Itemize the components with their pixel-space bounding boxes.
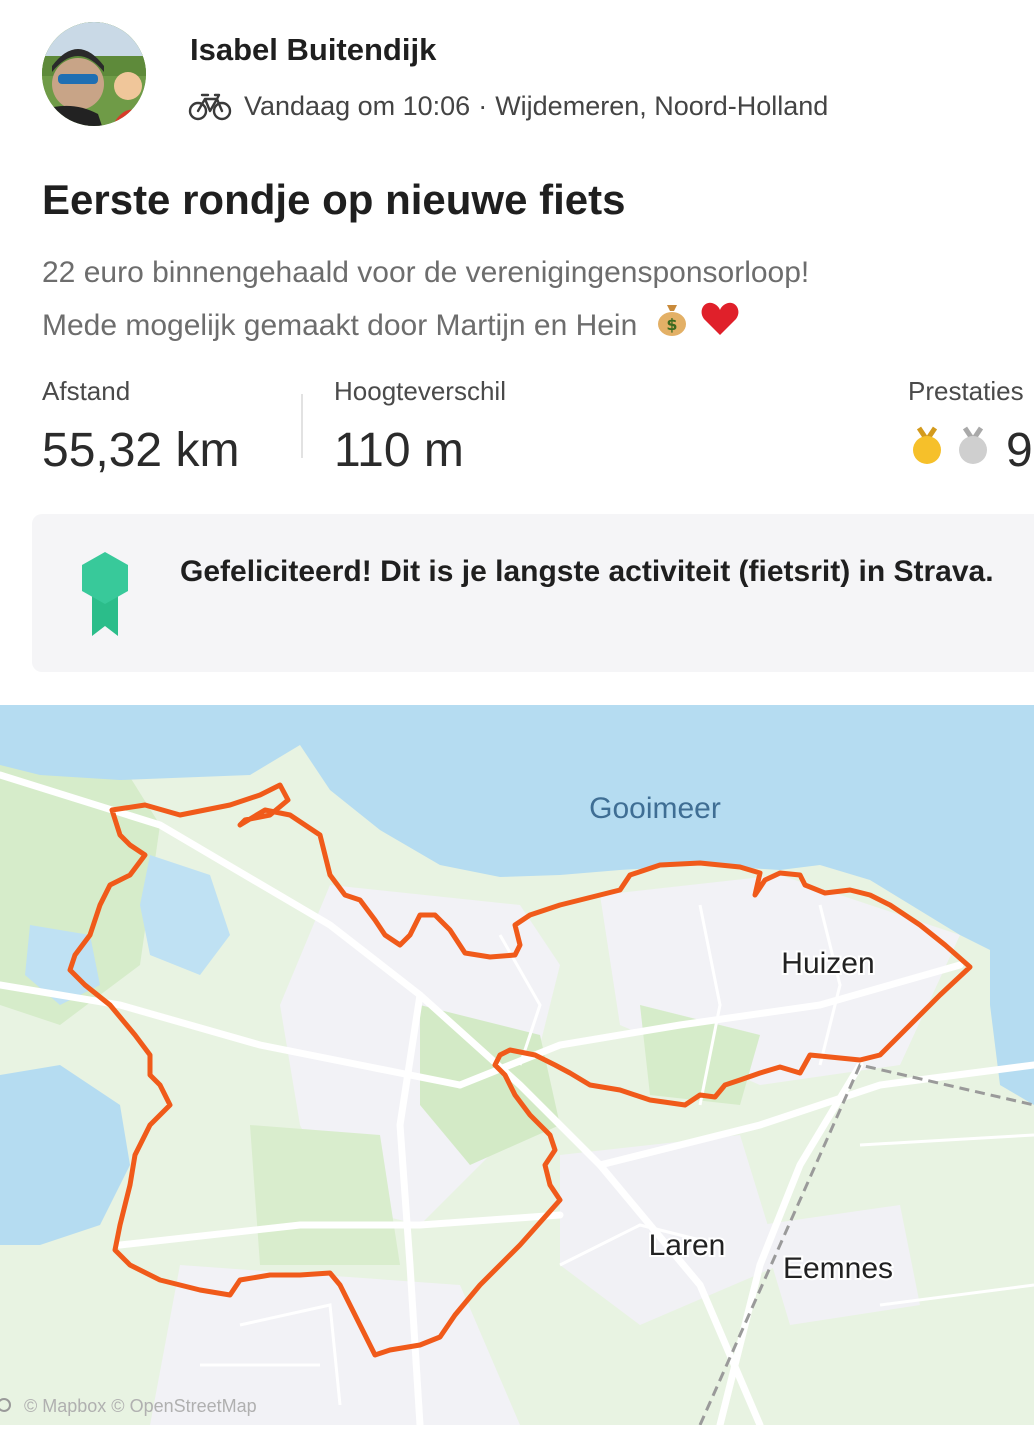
bike-icon [188,93,232,121]
activity-meta: Vandaag om 10:06 · Wijdemeren, Noord-Hol… [188,88,828,124]
distance-label: Afstand [42,376,131,406]
distance-value: 55,32 km [42,424,240,477]
ribbon-badge-icon [82,552,128,636]
stat-divider [301,394,303,458]
description-line-2-text: Mede mogelijk gemaakt door Martijn en He… [42,309,638,342]
elevation-label: Hoogteverschil [334,376,506,406]
gold-medal-icon [913,426,941,464]
activity-time: Vandaag om 10:06 [244,90,471,121]
money-bag-icon: $ [654,301,690,354]
achievements-label: Prestaties [908,376,1024,406]
elevation-value: 110 m [334,424,464,477]
map-label-eemnes: Eemnes [783,1252,893,1285]
route-map[interactable]: Gooimeer Huizen Laren Eemnes © Mapbox © … [0,705,1034,1425]
red-heart-icon [700,301,740,354]
athlete-name[interactable]: Isabel Buitendijk [190,32,436,68]
activity-title[interactable]: Eerste rondje op nieuwe fiets [42,176,625,224]
activity-description: 22 euro binnengehaald voor de vereniging… [42,246,1002,354]
description-line-1: 22 euro binnengehaald voor de vereniging… [42,256,810,289]
meta-separator: · [478,90,488,121]
svg-text:$: $ [666,315,677,334]
athlete-avatar[interactable] [42,22,146,126]
silver-medal-icon [959,426,987,464]
map-attribution[interactable]: © Mapbox © OpenStreetMap [24,1396,257,1416]
description-line-2: Mede mogelijk gemaakt door Martijn en He… [42,299,1002,354]
map-label-laren: Laren [649,1229,726,1262]
map-label-huizen: Huizen [781,947,874,980]
map-label-gooimeer: Gooimeer [589,792,721,825]
park-area [250,1125,400,1265]
achievements-value: 9 [1006,424,1033,477]
banner-text: Gefeliciteerd! Dit is je langste activit… [180,555,994,588]
stat-elevation: Hoogteverschil 110 m [334,376,506,478]
activity-location: Wijdemeren, Noord-Holland [495,90,829,121]
stat-distance: Afstand 55,32 km [42,376,239,478]
